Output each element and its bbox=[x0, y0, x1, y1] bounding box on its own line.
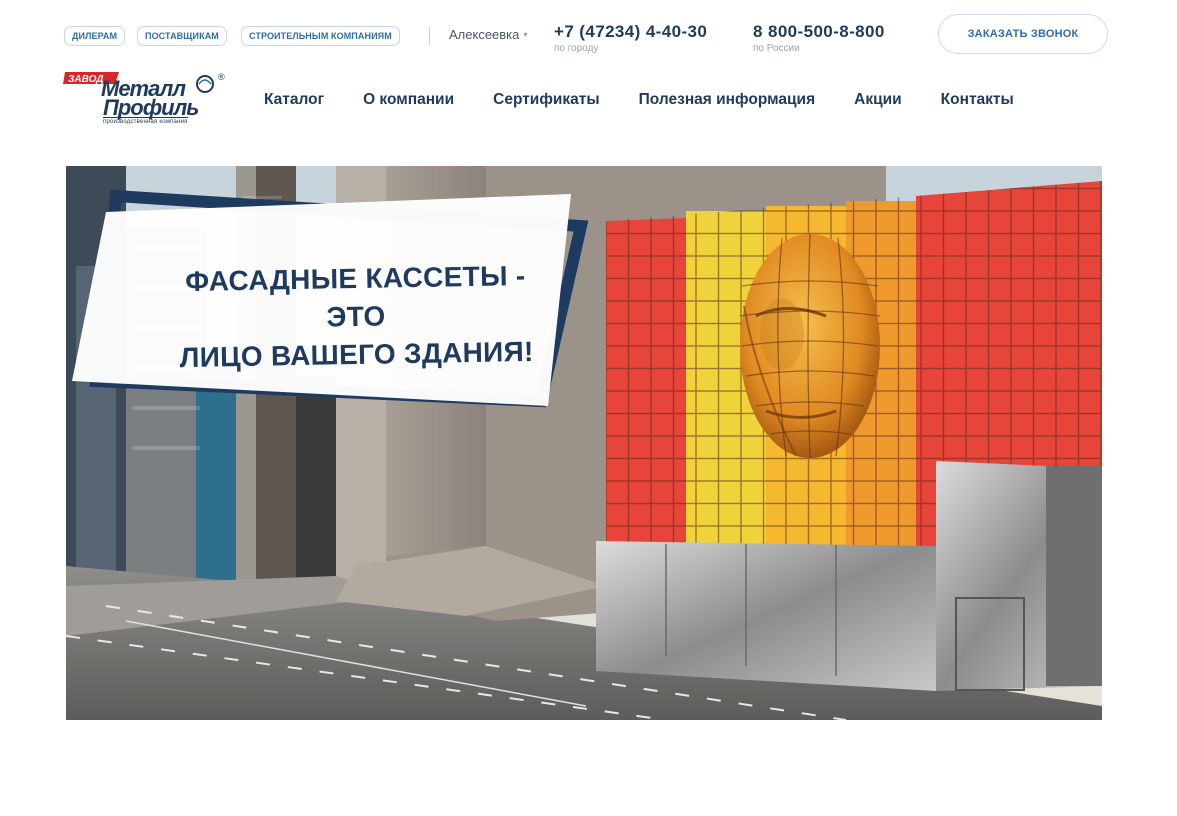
nav-catalog[interactable]: Каталог bbox=[264, 91, 324, 109]
logo-reg: ® bbox=[218, 72, 225, 82]
main-nav: Каталог О компании Сертификаты Полезная … bbox=[264, 91, 1014, 109]
nav-promotions[interactable]: Акции bbox=[854, 91, 902, 109]
hero-title-line1: Фасадные кассеты - это bbox=[184, 260, 526, 333]
nav-useful-info[interactable]: Полезная информация bbox=[639, 91, 816, 109]
nav-about[interactable]: О компании bbox=[363, 91, 454, 109]
city-label: Алексеевка bbox=[449, 27, 520, 42]
hero-banner[interactable]: Фасадные кассеты - это лицо вашего здани… bbox=[66, 166, 1102, 720]
city-selector[interactable]: Алексеевка ▾ bbox=[449, 27, 527, 42]
city-phone-number[interactable]: +7 (47234) 4-40-30 bbox=[554, 22, 707, 42]
order-call-button[interactable]: Заказать звонок bbox=[938, 14, 1108, 54]
city-phone[interactable]: +7 (47234) 4-40-30 по городу bbox=[554, 22, 707, 54]
russia-phone-number[interactable]: 8 800-500-8-800 bbox=[753, 22, 885, 42]
city-phone-caption: по городу bbox=[554, 43, 599, 54]
nav-certificates[interactable]: Сертификаты bbox=[493, 91, 600, 109]
russia-phone[interactable]: 8 800-500-8-800 по России bbox=[753, 22, 885, 54]
construction-companies-link[interactable]: Строительным компаниям bbox=[241, 26, 400, 46]
nav-contacts[interactable]: Контакты bbox=[941, 91, 1014, 109]
hero-headline: Фасадные кассеты - это лицо вашего здани… bbox=[157, 257, 555, 378]
suppliers-link[interactable]: Поставщикам bbox=[137, 26, 227, 46]
hero-title-line2: лицо вашего здания! bbox=[179, 335, 534, 374]
divider bbox=[429, 27, 430, 45]
logo-tagline: производственная компания bbox=[103, 117, 188, 125]
top-bar: Дилерам Поставщикам Строительным компани… bbox=[64, 14, 1108, 54]
dealers-link[interactable]: Дилерам bbox=[64, 26, 126, 46]
company-logo[interactable]: ЗАВОД Металл ® Профиль производственная … bbox=[63, 70, 233, 128]
hero-illustration bbox=[66, 166, 1102, 720]
chevron-down-icon: ▾ bbox=[523, 30, 528, 39]
logo-badge-text: ЗАВОД bbox=[68, 74, 104, 85]
russia-phone-caption: по России bbox=[753, 43, 800, 54]
